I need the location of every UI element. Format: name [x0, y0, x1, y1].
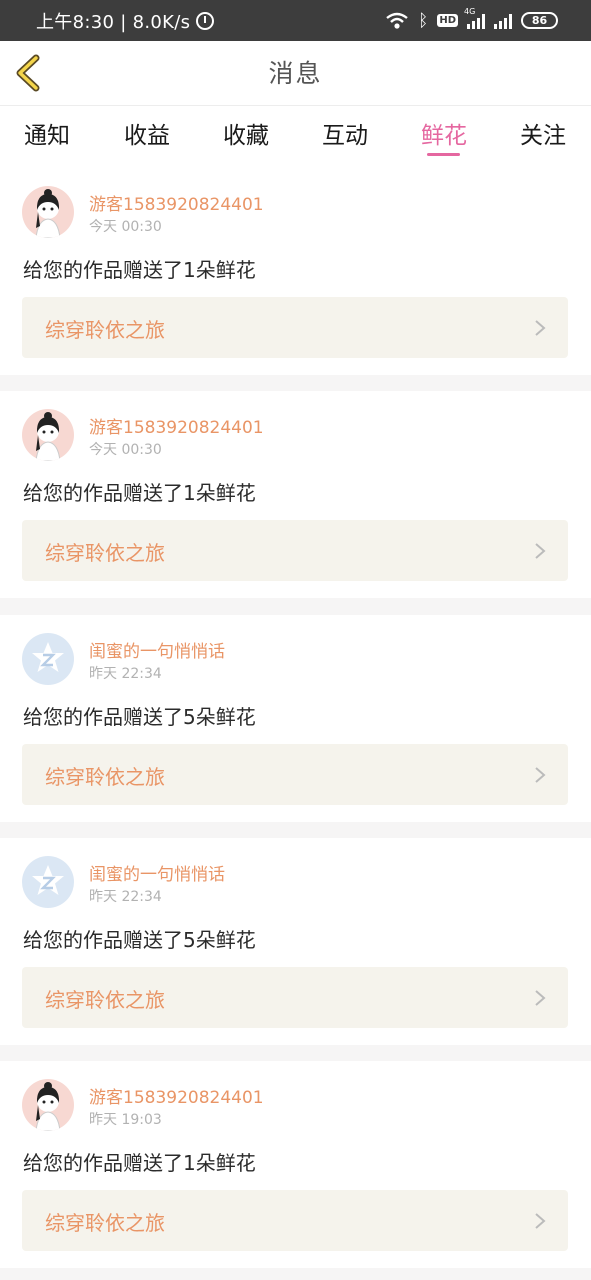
- active-tab-indicator: [427, 153, 460, 156]
- message-time: 今天 00:30: [89, 442, 162, 458]
- work-link[interactable]: 综穿聆依之旅: [22, 520, 568, 581]
- user-name[interactable]: 游客1583920824401: [89, 413, 264, 438]
- girl-avatar[interactable]: [22, 1079, 74, 1131]
- list-item: 游客1583920824401 昨天 19:03 给您的作品赠送了1朵鲜花 综穿…: [0, 1061, 591, 1268]
- message-text: 给您的作品赠送了5朵鲜花: [23, 928, 256, 952]
- tab-follow[interactable]: 关注: [508, 116, 578, 150]
- tab-notice[interactable]: 通知: [12, 116, 82, 150]
- signal-4g-icon: 4G: [464, 7, 485, 29]
- work-title: 综穿聆依之旅: [45, 988, 165, 1012]
- tab-interaction[interactable]: 互动: [310, 116, 380, 150]
- wifi-icon: [386, 12, 408, 29]
- chevron-right-icon: [535, 1213, 546, 1229]
- work-title: 综穿聆依之旅: [45, 765, 165, 789]
- status-right: ᛒ HD 4G 86: [385, 0, 558, 41]
- work-title: 综穿聆依之旅: [45, 318, 165, 342]
- work-title: 综穿聆依之旅: [45, 1211, 165, 1235]
- list-item: 游客1583920824401 今天 00:30 给您的作品赠送了1朵鲜花 综穿…: [0, 391, 591, 598]
- chevron-right-icon: [535, 320, 546, 336]
- girl-avatar[interactable]: [22, 409, 74, 461]
- message-time: 昨天 19:03: [89, 1112, 162, 1128]
- status-time: 上午8:30 | 8.0K/s: [36, 11, 191, 33]
- status-left: 上午8:30 | 8.0K/s: [36, 0, 215, 41]
- message-time: 昨天 22:34: [89, 889, 162, 905]
- tab-bar: 通知 收益 收藏 互动 鲜花 关注: [0, 106, 591, 168]
- list-item: 游客1583920824401 今天 00:30 给您的作品赠送了1朵鲜花 综穿…: [0, 168, 591, 375]
- alarm-icon: [196, 11, 215, 30]
- work-link[interactable]: 综穿聆依之旅: [22, 297, 568, 358]
- qq-avatar[interactable]: [22, 633, 74, 685]
- chevron-right-icon: [535, 543, 546, 559]
- battery-icon: 86: [521, 12, 558, 29]
- chevron-right-icon: [535, 767, 546, 783]
- list-item: 闺蜜的一句悄悄话 昨天 22:34 给您的作品赠送了5朵鲜花 综穿聆依之旅: [0, 838, 591, 1045]
- qq-avatar[interactable]: [22, 856, 74, 908]
- work-link[interactable]: 综穿聆依之旅: [22, 1190, 568, 1251]
- user-name[interactable]: 闺蜜的一句悄悄话: [89, 637, 225, 662]
- user-name[interactable]: 游客1583920824401: [89, 190, 264, 215]
- work-link[interactable]: 综穿聆依之旅: [22, 967, 568, 1028]
- list-item: 闺蜜的一句悄悄话 昨天 22:34 给您的作品赠送了5朵鲜花 综穿聆依之旅: [0, 615, 591, 822]
- tab-favorites[interactable]: 收藏: [211, 116, 281, 150]
- message-text: 给您的作品赠送了1朵鲜花: [23, 1151, 256, 1175]
- work-title: 综穿聆依之旅: [45, 541, 165, 565]
- user-name[interactable]: 闺蜜的一句悄悄话: [89, 860, 225, 885]
- girl-avatar[interactable]: [22, 186, 74, 238]
- tab-flowers[interactable]: 鲜花: [409, 116, 479, 150]
- nav-header: 消息: [0, 41, 591, 106]
- chevron-right-icon: [535, 990, 546, 1006]
- page-title: 消息: [268, 59, 323, 88]
- message-time: 昨天 22:34: [89, 666, 162, 682]
- signal-icon: [494, 13, 512, 29]
- user-name[interactable]: 游客1583920824401: [89, 1083, 264, 1108]
- status-bar: 上午8:30 | 8.0K/s ᛒ HD 4G 86: [0, 0, 591, 41]
- message-time: 今天 00:30: [89, 219, 162, 235]
- work-link[interactable]: 综穿聆依之旅: [22, 744, 568, 805]
- message-text: 给您的作品赠送了1朵鲜花: [23, 481, 256, 505]
- tab-earnings[interactable]: 收益: [112, 116, 182, 150]
- message-text: 给您的作品赠送了1朵鲜花: [23, 258, 256, 282]
- network-label: 4G: [464, 6, 476, 16]
- battery-level: 86: [531, 14, 548, 27]
- hd-icon: HD: [437, 14, 458, 27]
- bluetooth-icon: ᛒ: [418, 10, 429, 31]
- message-text: 给您的作品赠送了5朵鲜花: [23, 705, 256, 729]
